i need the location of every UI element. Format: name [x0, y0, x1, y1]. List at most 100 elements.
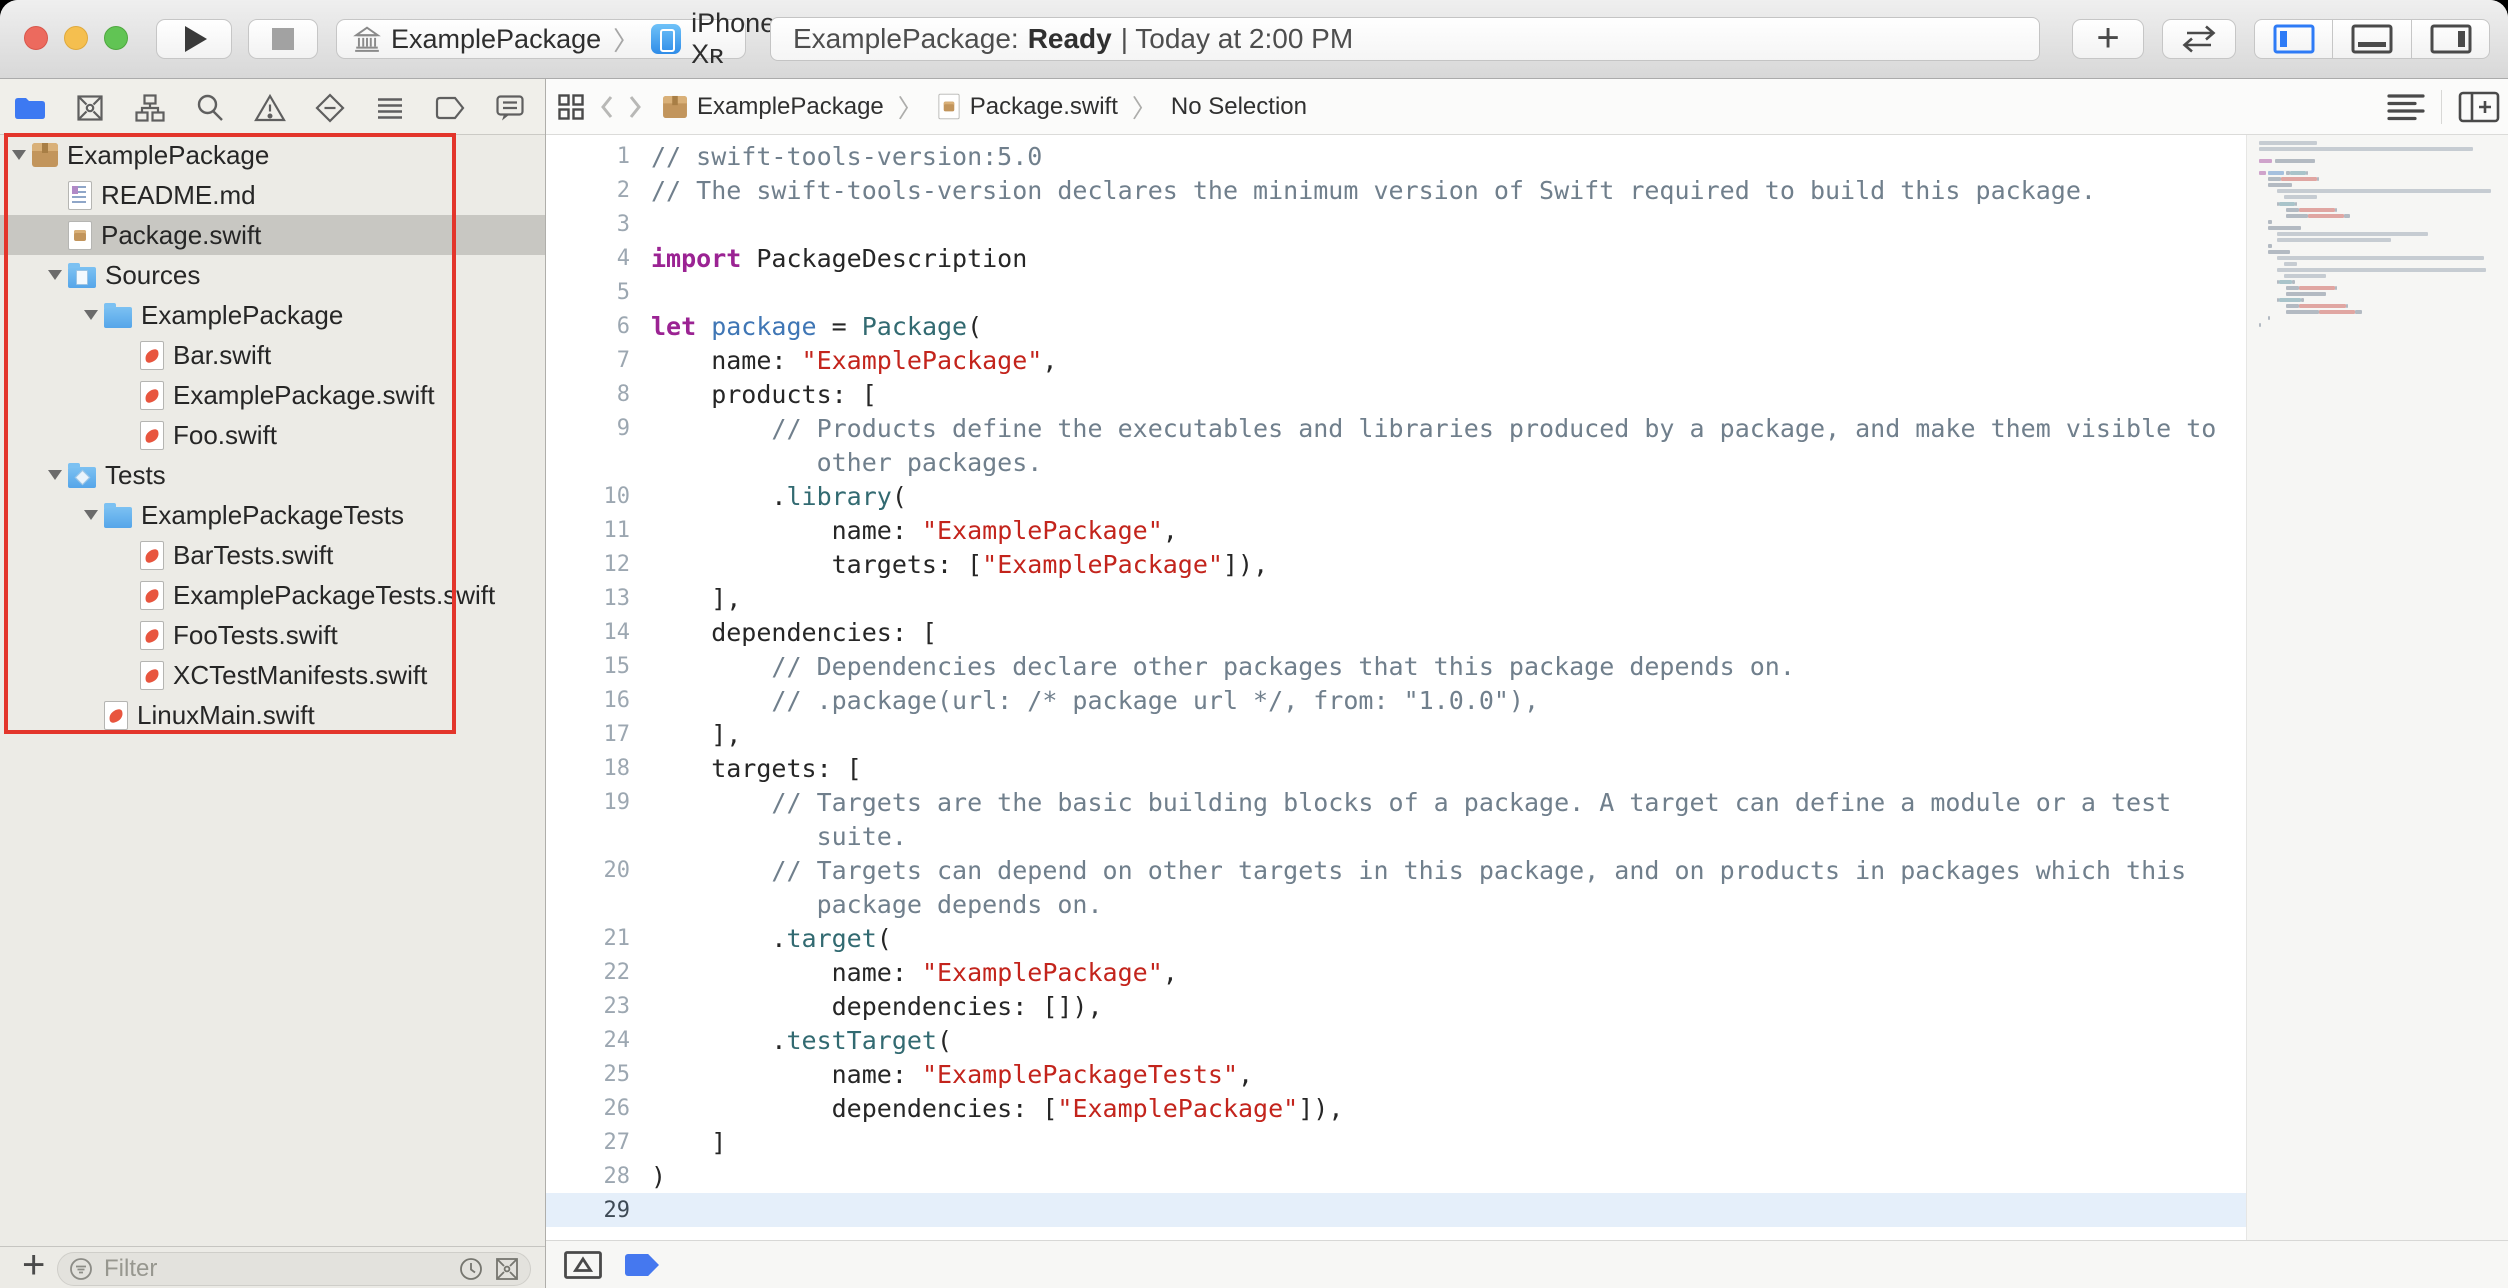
code-line[interactable]: 10 .library(: [546, 479, 2246, 513]
code-line[interactable]: 9 // Products define the executables and…: [546, 411, 2246, 445]
sidebar-divider[interactable]: [545, 79, 546, 1288]
tab-test-navigator[interactable]: [308, 89, 352, 127]
code-line[interactable]: other packages.: [546, 445, 2246, 479]
close-button[interactable]: [24, 26, 48, 50]
code-line[interactable]: 29: [546, 1193, 2246, 1227]
code-line[interactable]: package depends on.: [546, 887, 2246, 921]
related-items-button[interactable]: [558, 94, 584, 120]
code-line[interactable]: 7 name: "ExamplePackage",: [546, 343, 2246, 377]
run-button[interactable]: [156, 19, 232, 59]
tree-item-linuxmain-swift[interactable]: LinuxMain.swift: [0, 695, 545, 735]
tab-issue-navigator[interactable]: [248, 89, 292, 127]
disclosure-triangle[interactable]: [6, 150, 32, 160]
code-line[interactable]: 14 dependencies: [: [546, 615, 2246, 649]
code-line[interactable]: 3: [546, 207, 2246, 241]
editor-options-button[interactable]: [2387, 92, 2425, 122]
code-line[interactable]: 24 .testTarget(: [546, 1023, 2246, 1057]
code-line[interactable]: 5: [546, 275, 2246, 309]
chevron-right-icon: [626, 92, 644, 122]
scheme-project-label[interactable]: ExamplePackage: [391, 24, 601, 55]
code-line[interactable]: 27 ]: [546, 1125, 2246, 1159]
code-line[interactable]: 20 // Targets can depend on other target…: [546, 853, 2246, 887]
breadcrumb-selection[interactable]: No Selection: [1171, 93, 1307, 121]
code-line[interactable]: 4import PackageDescription: [546, 241, 2246, 275]
filter-placeholder: Filter: [104, 1255, 448, 1283]
tab-find-navigator[interactable]: [188, 89, 232, 127]
tree-item-bartests-swift[interactable]: BarTests.swift: [0, 535, 545, 575]
code-line[interactable]: 25 name: "ExamplePackageTests",: [546, 1057, 2246, 1091]
back-button[interactable]: [598, 92, 616, 122]
forward-button[interactable]: [626, 92, 644, 122]
code-line[interactable]: 13 ],: [546, 581, 2246, 615]
source-control-status-icon[interactable]: [494, 1256, 520, 1282]
tab-debug-navigator[interactable]: [368, 89, 412, 127]
tree-item-readme-md[interactable]: README.md: [0, 175, 545, 215]
tab-symbol-navigator[interactable]: [128, 89, 172, 127]
stop-button[interactable]: [248, 19, 318, 59]
folder-sources-icon: [68, 267, 96, 288]
tab-project-navigator[interactable]: [8, 89, 52, 127]
tree-item-examplepackagetests-swift[interactable]: ExamplePackageTests.swift: [0, 575, 545, 615]
code-line[interactable]: 15 // Dependencies declare other package…: [546, 649, 2246, 683]
filter-input[interactable]: Filter: [57, 1252, 531, 1286]
swap-arrows-icon: [2177, 24, 2221, 54]
related-items-icon: [558, 94, 584, 120]
tab-report-navigator[interactable]: [488, 89, 532, 127]
code-line[interactable]: 18 targets: [: [546, 751, 2246, 785]
code-line[interactable]: suite.: [546, 819, 2246, 853]
toggle-debug-area-button[interactable]: [2333, 19, 2411, 59]
tree-item-examplepackagetests[interactable]: ExamplePackageTests: [0, 495, 545, 535]
code-line[interactable]: 11 name: "ExamplePackage",: [546, 513, 2246, 547]
tree-item-foo-swift[interactable]: Foo.swift: [0, 415, 545, 455]
code-line[interactable]: 22 name: "ExamplePackage",: [546, 955, 2246, 989]
tab-source-control-navigator[interactable]: [68, 89, 112, 127]
code-line[interactable]: 17 ],: [546, 717, 2246, 751]
toggle-inspectors-button[interactable]: [2411, 19, 2490, 59]
recent-files-clock-icon[interactable]: [458, 1256, 484, 1282]
disclosure-triangle[interactable]: [78, 310, 104, 320]
source-editor[interactable]: 1// swift-tools-version:5.02// The swift…: [546, 135, 2246, 1240]
breadcrumb-project[interactable]: ExamplePackage: [662, 93, 884, 121]
code-line[interactable]: 26 dependencies: ["ExamplePackage"]),: [546, 1091, 2246, 1125]
disclosure-triangle[interactable]: [78, 510, 104, 520]
breadcrumb-file[interactable]: Package.swift: [937, 92, 1118, 121]
code-line[interactable]: 6let package = Package(: [546, 309, 2246, 343]
minimap[interactable]: [2246, 135, 2508, 1240]
package-file-icon: [938, 94, 959, 120]
library-add-button[interactable]: +: [2072, 19, 2144, 59]
breakpoints-enabled-toggle[interactable]: [625, 1254, 659, 1276]
editor-swap-button[interactable]: [2162, 19, 2236, 59]
tree-item-examplepackage-swift[interactable]: ExamplePackage.swift: [0, 375, 545, 415]
disclosure-triangle[interactable]: [42, 270, 68, 280]
tree-item-examplepackage[interactable]: ExamplePackage: [0, 295, 545, 335]
jump-bar: ExamplePackage 〉 Package.swift 〉 No Sele…: [546, 79, 2508, 135]
tree-item-footests-swift[interactable]: FooTests.swift: [0, 615, 545, 655]
scheme-selector[interactable]: ExamplePackage 〉 iPhone Xʀ: [336, 19, 746, 59]
minimap-line: [2268, 171, 2284, 175]
code-line[interactable]: 21 .target(: [546, 921, 2246, 955]
zoom-button[interactable]: [104, 26, 128, 50]
minimize-button[interactable]: [64, 26, 88, 50]
toggle-navigator-button[interactable]: [2254, 19, 2333, 59]
toggle-debug-area-bottom-button[interactable]: [563, 1249, 603, 1281]
code-line[interactable]: 2// The swift-tools-version declares the…: [546, 173, 2246, 207]
tab-breakpoint-navigator[interactable]: [428, 89, 472, 127]
code-line[interactable]: 23 dependencies: []),: [546, 989, 2246, 1023]
disclosure-triangle[interactable]: [42, 470, 68, 480]
tree-item-tests[interactable]: Tests: [0, 455, 545, 495]
tree-item-bar-swift[interactable]: Bar.swift: [0, 335, 545, 375]
code-line[interactable]: 19 // Targets are the basic building blo…: [546, 785, 2246, 819]
code-line-text: // swift-tools-version:5.0: [651, 142, 1042, 171]
minimap-line: [2268, 220, 2272, 224]
scheme-destination-label[interactable]: iPhone Xʀ: [691, 8, 775, 70]
code-line[interactable]: 16 // .package(url: /* package url */, f…: [546, 683, 2246, 717]
tree-item-package-swift[interactable]: Package.swift: [0, 215, 545, 255]
tree-item-examplepackage[interactable]: ExamplePackage: [0, 135, 545, 175]
tree-item-sources[interactable]: Sources: [0, 255, 545, 295]
tree-item-xctestmanifests-swift[interactable]: XCTestManifests.swift: [0, 655, 545, 695]
add-editor-button[interactable]: [2458, 91, 2500, 123]
code-line[interactable]: 12 targets: ["ExamplePackage"]),: [546, 547, 2246, 581]
code-line[interactable]: 28): [546, 1159, 2246, 1193]
code-line[interactable]: 1// swift-tools-version:5.0: [546, 139, 2246, 173]
code-line[interactable]: 8 products: [: [546, 377, 2246, 411]
